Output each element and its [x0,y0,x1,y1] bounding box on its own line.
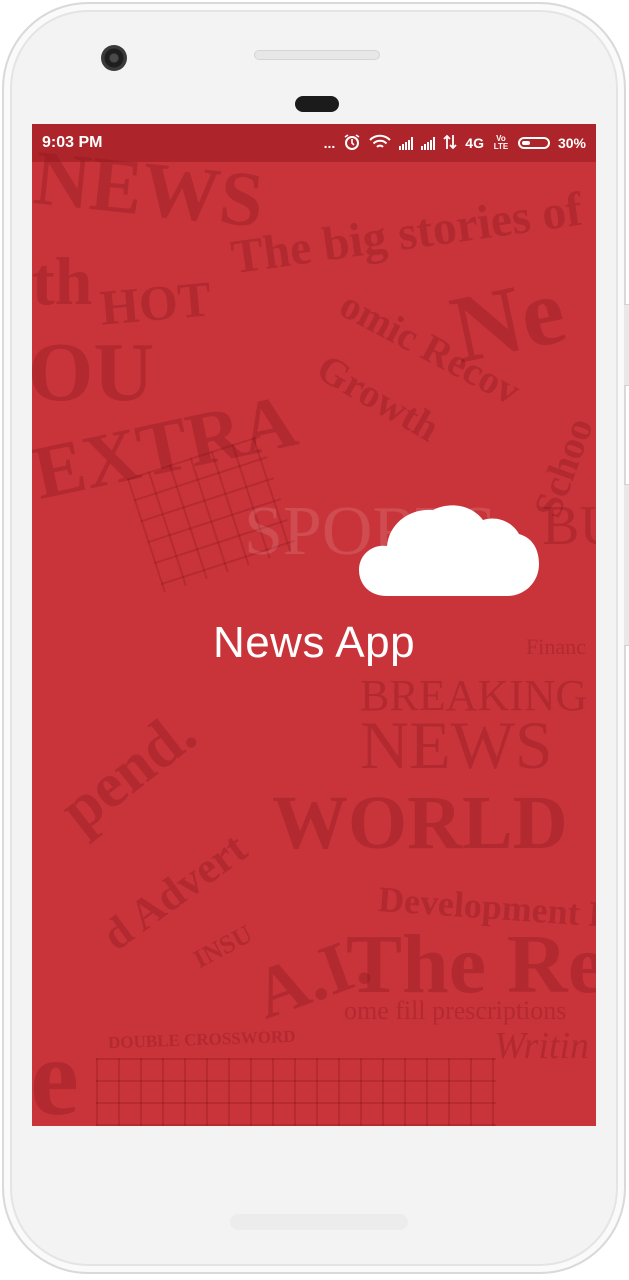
alarm-icon [343,133,361,154]
more-notifications-icon: ... [323,135,336,151]
splash-screen: 9:03 PM ... 4G Vo LTE 30% NEWS The big s… [32,124,596,1126]
proximity-sensor [295,96,339,112]
status-bar: 9:03 PM ... 4G Vo LTE 30% [32,124,596,162]
bg-crossword-bottom [96,1058,496,1126]
bg-headline-e: e [32,1016,79,1126]
network-type: 4G [465,135,484,151]
battery-icon [517,137,550,149]
volume-button [624,484,629,646]
earpiece-speaker [254,50,380,60]
front-camera [101,45,127,71]
wifi-icon [369,134,391,153]
signal-icon-2 [421,136,436,150]
data-transfer-icon [443,134,457,153]
bg-headline-th: th [32,243,93,319]
home-bar [230,1214,408,1230]
status-time: 9:03 PM [42,134,103,151]
power-button [624,304,629,386]
bg-headline-prescriptions: ome fill prescriptions [344,996,567,1025]
bg-headline-news-mid: NEWS [360,707,553,783]
signal-icon [399,136,414,150]
cloud-icon [359,502,539,598]
bg-headline-writing: Writin [494,1025,590,1067]
status-icons: ... 4G Vo LTE 30% [324,133,586,154]
bg-headline-crossword: DOUBLE CROSSWORD [107,1026,296,1053]
bg-headline-bu: BU [542,495,596,557]
bg-headline-world: WORLD [272,781,568,865]
bg-headline-ou: OU [32,326,154,419]
bg-headline-spend: pend. [45,696,209,846]
battery-percent: 30% [557,135,586,151]
app-title: News App [212,618,416,667]
volte-icon: Vo LTE [493,134,509,151]
